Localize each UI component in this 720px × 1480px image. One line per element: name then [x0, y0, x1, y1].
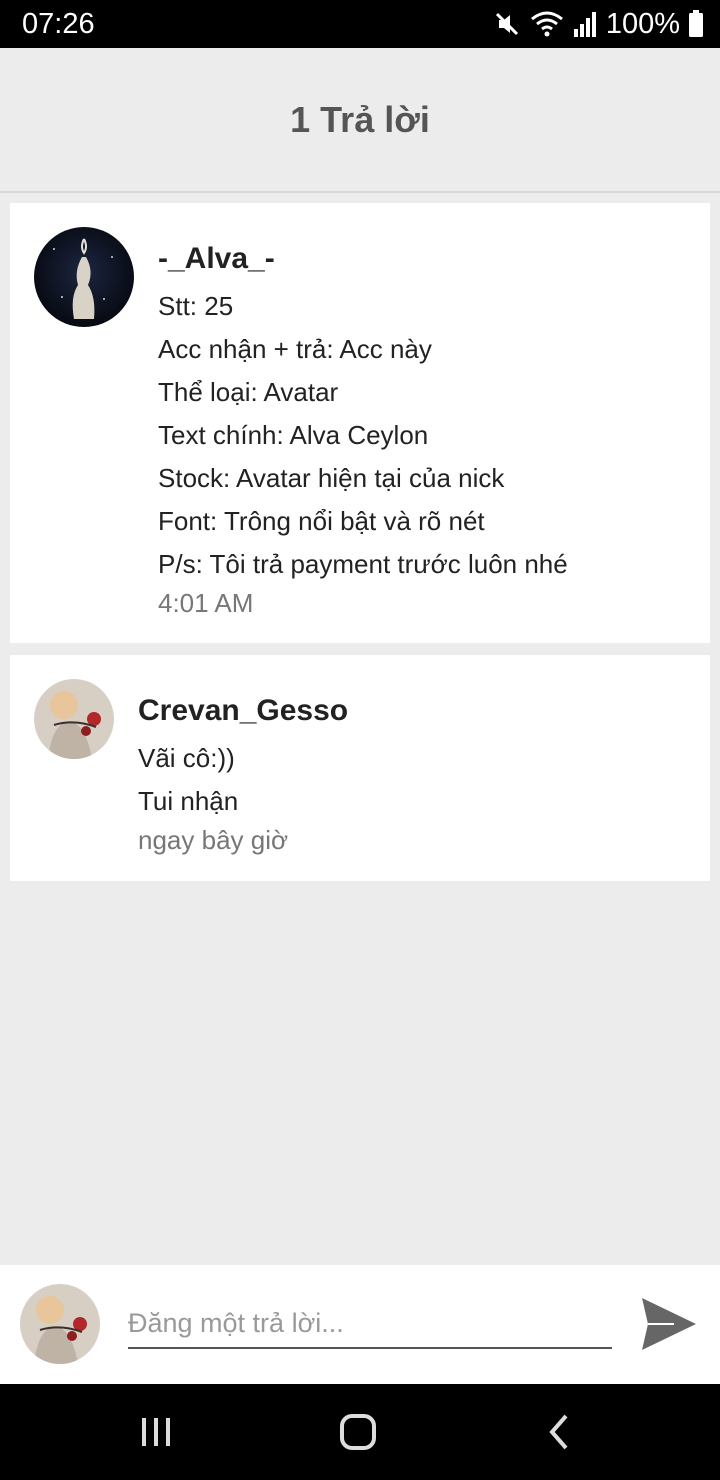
reply-input[interactable] — [128, 1299, 612, 1349]
status-time: 07:26 — [22, 8, 95, 40]
signal-icon — [572, 9, 598, 39]
recent-apps-button[interactable] — [132, 1410, 180, 1454]
post-line: Font: Trông nổi bật và rõ nét — [158, 506, 485, 536]
post-line: Thể loại: Avatar — [158, 377, 339, 407]
reply-body: Crevan_Gesso Vãi cô:)) Tui nhận ngay bây… — [138, 691, 698, 857]
header: 1 Trả lời — [0, 48, 720, 193]
home-button[interactable] — [334, 1410, 382, 1454]
reply-bar — [0, 1265, 720, 1384]
send-button[interactable] — [640, 1296, 698, 1352]
home-icon — [334, 1414, 382, 1458]
post-line: P/s: Tôi trả payment trước luôn nhé — [158, 549, 568, 579]
post-card: -_Alva_- Stt: 25 Acc nhận + trả: Acc này… — [10, 203, 710, 643]
username[interactable]: -_Alva_- — [158, 239, 698, 279]
post-body: -_Alva_- Stt: 25 Acc nhận + trả: Acc này… — [158, 239, 698, 620]
recent-apps-icon — [132, 1418, 180, 1458]
status-bar: 07:26 100% — [0, 0, 720, 48]
avatar — [20, 1284, 100, 1364]
avatar[interactable] — [34, 679, 114, 759]
send-icon — [640, 1298, 698, 1356]
username[interactable]: Crevan_Gesso — [138, 691, 698, 731]
timestamp: 4:01 AM — [158, 588, 254, 618]
reply-line: Tui nhận — [138, 786, 239, 816]
post-line: Acc nhận + trả: Acc này — [158, 334, 432, 364]
post-line: Stt: 25 — [158, 291, 234, 321]
status-icons: 100% — [492, 6, 704, 42]
back-icon — [536, 1414, 584, 1458]
avatar[interactable] — [34, 227, 134, 327]
page-title: 1 Trả lời — [290, 98, 430, 140]
post-line: Stock: Avatar hiện tại của nick — [158, 463, 505, 493]
back-button[interactable] — [536, 1410, 584, 1454]
battery-percent: 100% — [605, 7, 680, 40]
timestamp: ngay bây giờ — [138, 825, 289, 855]
wifi-icon — [530, 9, 564, 39]
reply-card: Crevan_Gesso Vãi cô:)) Tui nhận ngay bây… — [10, 655, 710, 881]
post-line: Text chính: Alva Ceylon — [158, 420, 429, 450]
mute-icon — [492, 9, 522, 39]
nav-bar — [0, 1384, 720, 1480]
battery-icon — [688, 10, 704, 38]
reply-line: Vãi cô:)) — [138, 743, 235, 773]
